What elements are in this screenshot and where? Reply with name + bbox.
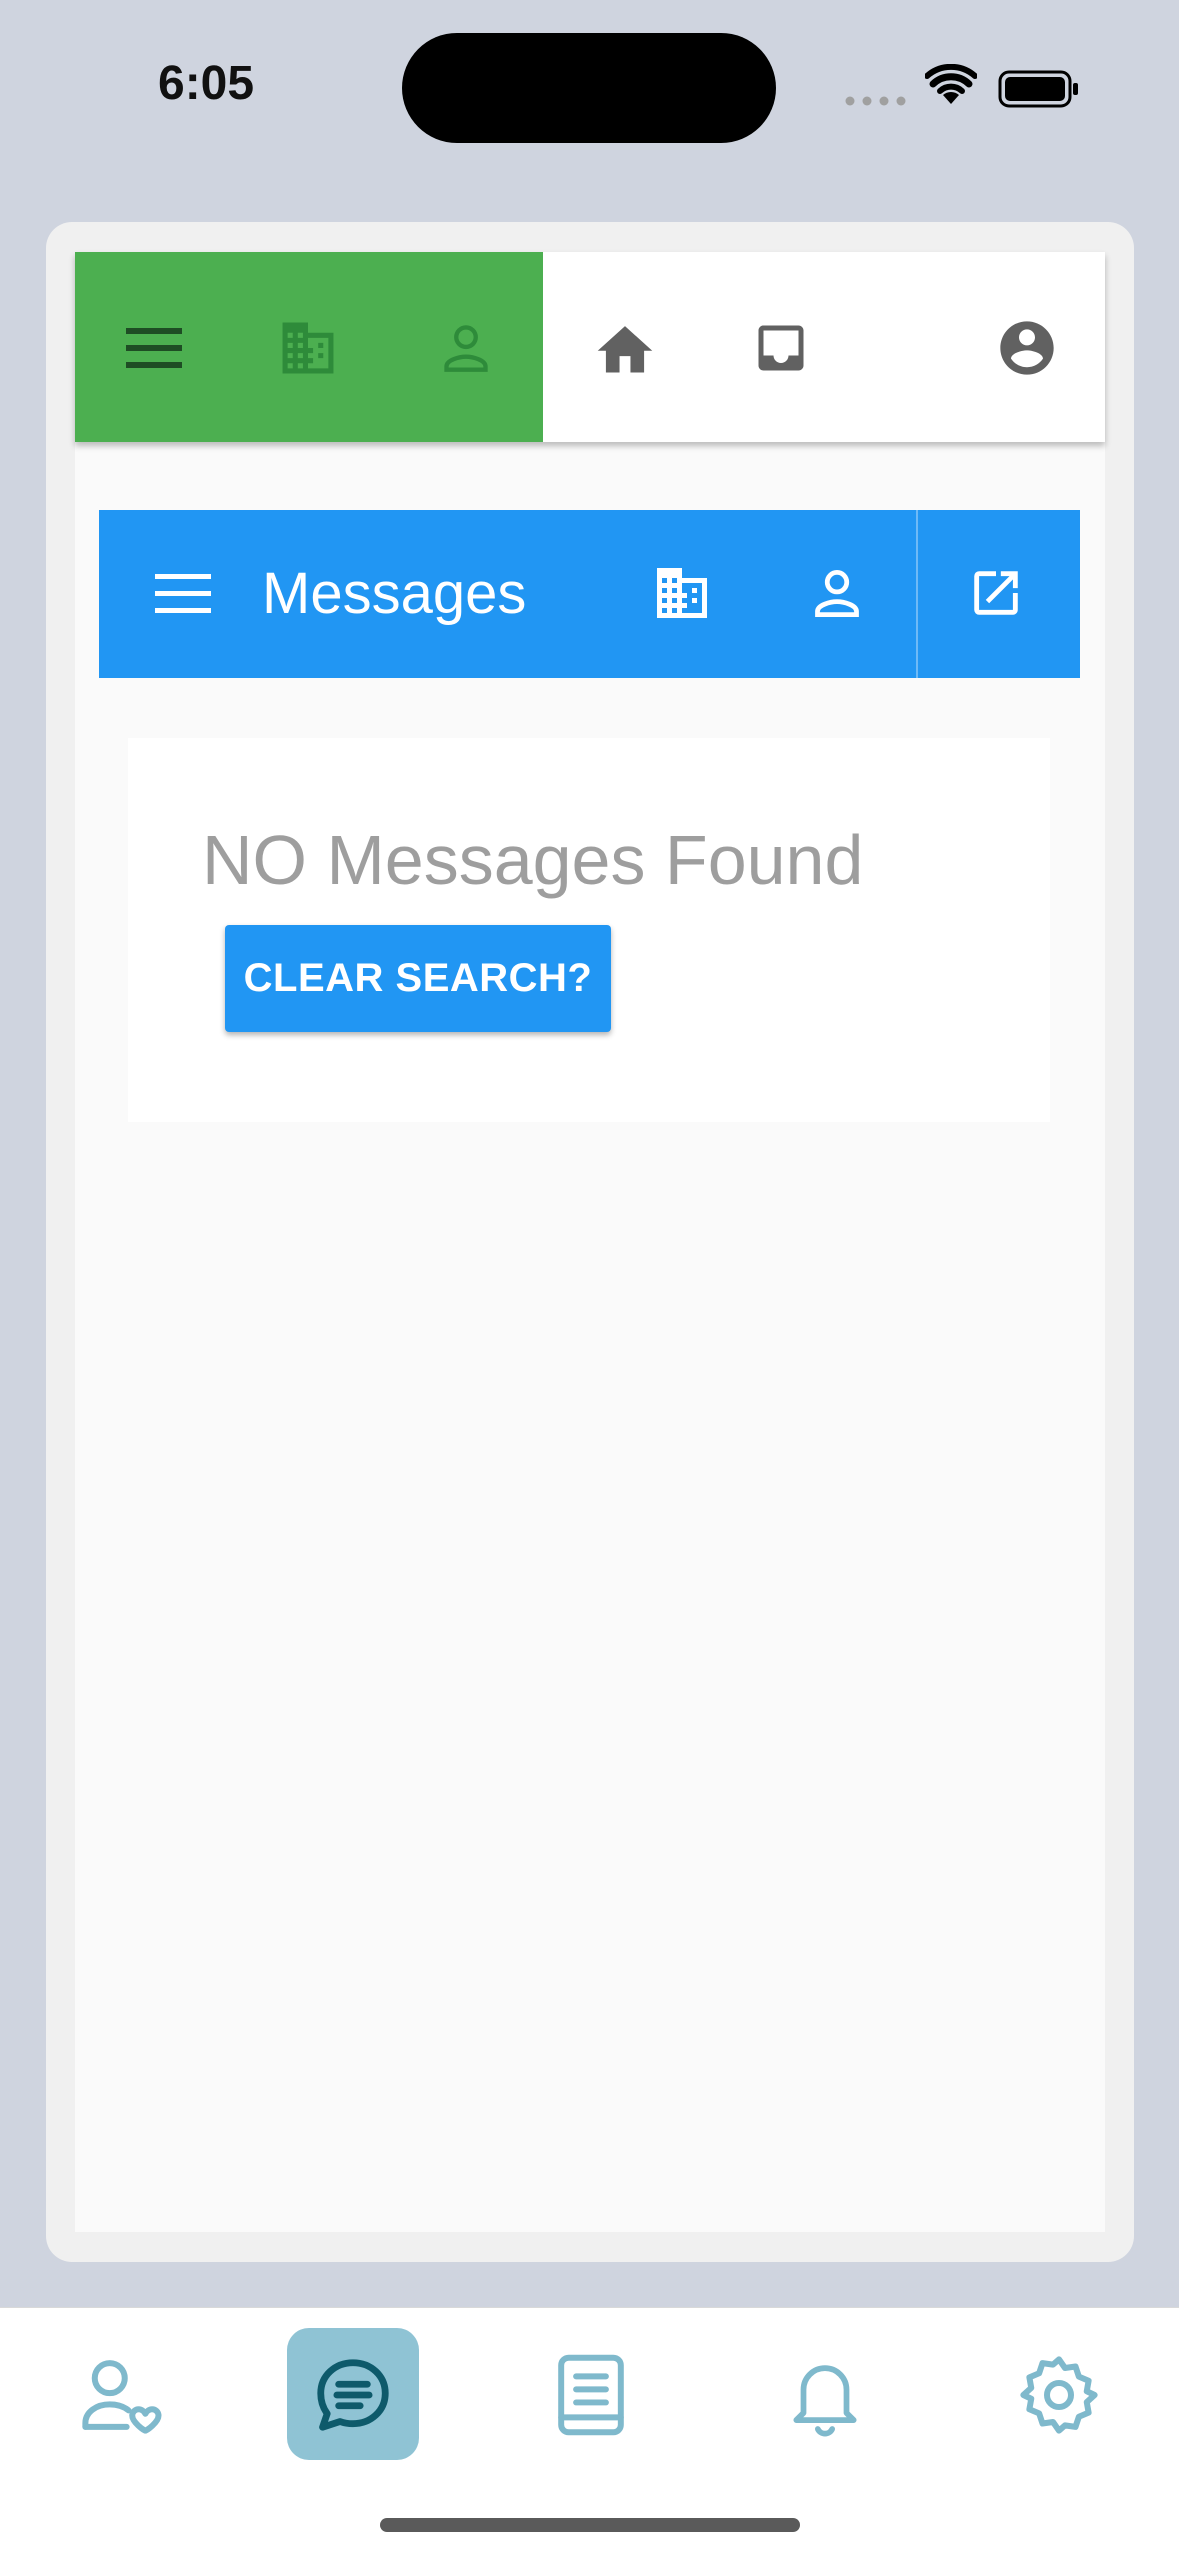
person-icon[interactable] xyxy=(428,312,504,384)
messages-toolbar xyxy=(99,510,1080,678)
business-icon[interactable] xyxy=(270,312,346,384)
inbox-icon[interactable] xyxy=(740,312,822,384)
contacts-icon[interactable] xyxy=(66,2340,176,2450)
bell-icon[interactable] xyxy=(770,2340,880,2450)
messages-person-icon[interactable] xyxy=(800,560,874,626)
home-icon[interactable] xyxy=(584,312,666,384)
book-icon[interactable] xyxy=(536,2340,646,2450)
wifi-icon xyxy=(925,64,977,104)
signal-dots-icon xyxy=(845,96,906,106)
account-circle-icon[interactable] xyxy=(986,312,1068,384)
messages-business-icon[interactable] xyxy=(644,560,720,626)
open-in-new-icon[interactable] xyxy=(958,560,1034,626)
messages-menu-icon[interactable] xyxy=(148,560,218,626)
dynamic-island xyxy=(402,33,776,143)
clear-search-button[interactable]: CLEAR SEARCH? xyxy=(225,925,611,1032)
battery-icon xyxy=(998,70,1078,108)
status-time: 6:05 xyxy=(158,57,255,110)
chat-icon[interactable] xyxy=(298,2340,408,2450)
messages-title: Messages xyxy=(262,561,527,626)
home-indicator xyxy=(380,2518,800,2532)
toolbar-divider xyxy=(916,510,918,678)
empty-state-message: NO Messages Found xyxy=(202,821,864,899)
settings-icon[interactable] xyxy=(1004,2340,1114,2450)
menu-icon[interactable] xyxy=(116,312,192,384)
